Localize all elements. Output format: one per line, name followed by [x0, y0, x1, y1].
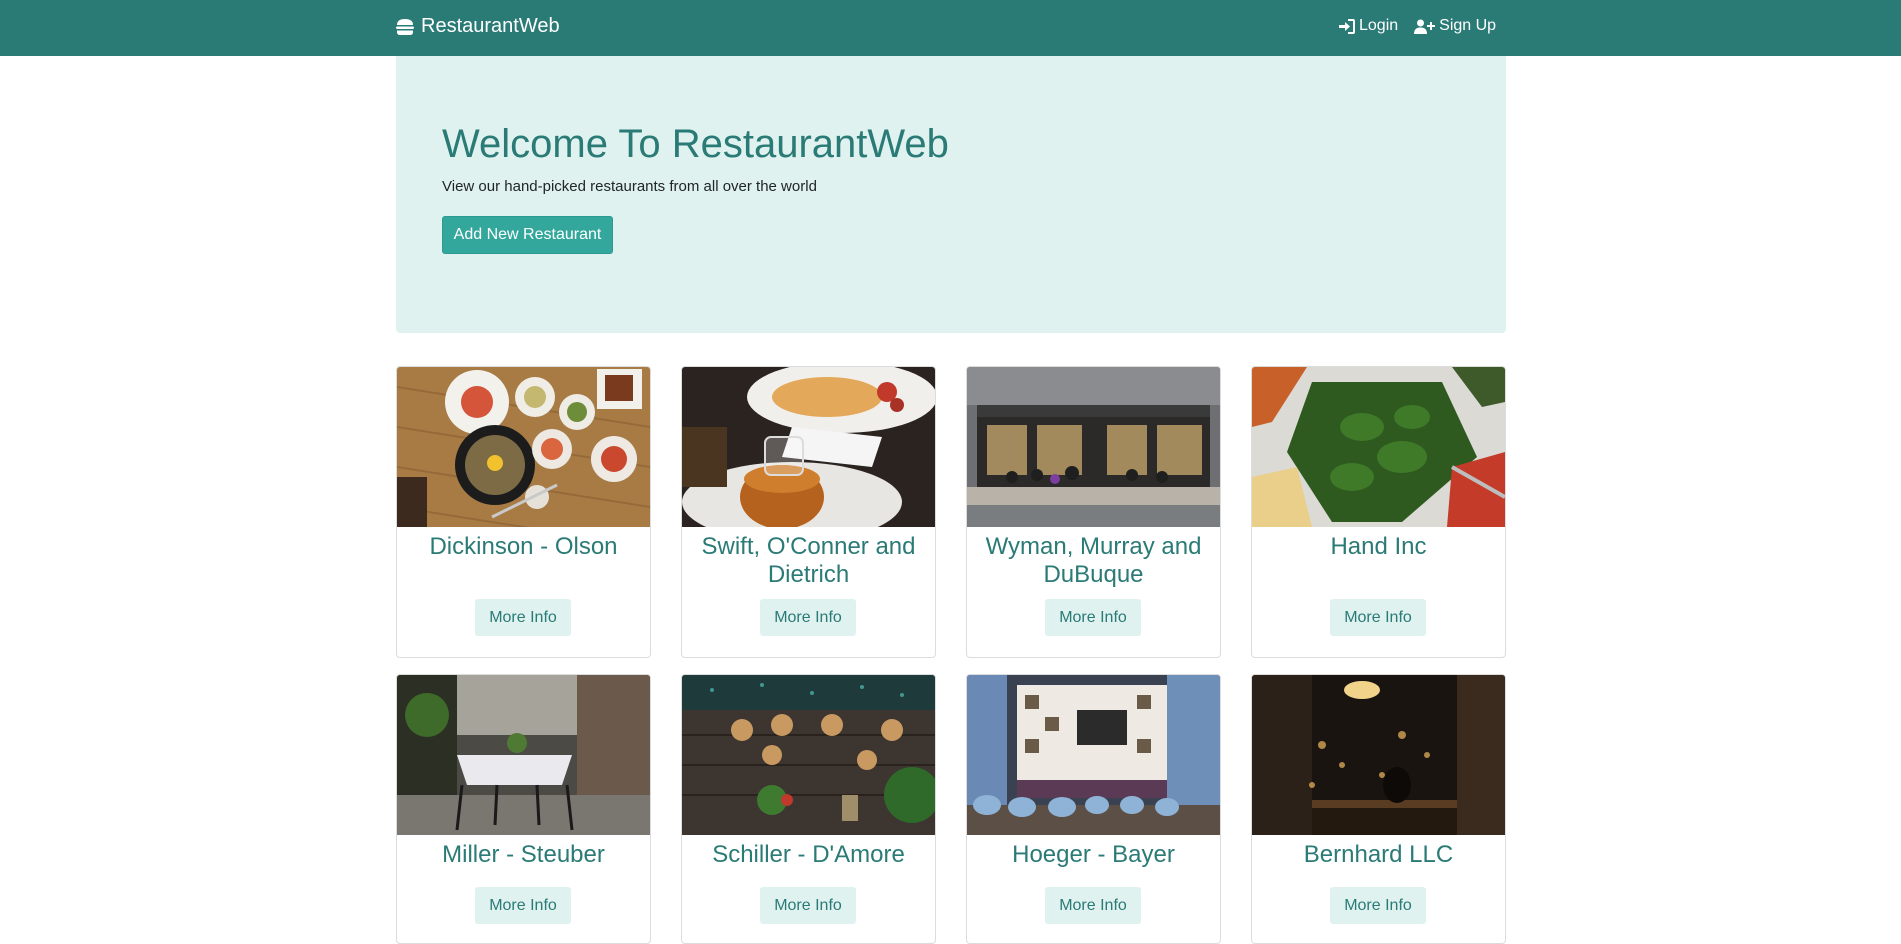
hamburger-icon [396, 18, 414, 35]
restaurant-name: Dickinson - Olson [429, 533, 618, 560]
restaurant-grid: Dickinson - Olson More Info Swift, O'Con… [396, 366, 1506, 944]
restaurant-card: Bernhard LLC More Info [1251, 674, 1506, 944]
restaurant-image [397, 675, 650, 835]
login-label: Login [1359, 17, 1399, 34]
restaurant-card: Schiller - D'Amore More Info [681, 674, 936, 944]
more-info-button[interactable]: More Info [1045, 887, 1141, 924]
restaurant-name: Schiller - D'Amore [712, 841, 905, 868]
restaurant-name: Miller - Steuber [442, 841, 605, 868]
restaurant-name: Hand Inc [1330, 533, 1427, 560]
restaurant-card: Dickinson - Olson More Info [396, 366, 651, 658]
hero-title: Welcome To RestaurantWeb [442, 122, 949, 166]
restaurant-card: Hoeger - Bayer More Info [966, 674, 1221, 944]
signup-link[interactable]: Sign Up [1414, 17, 1496, 35]
restaurant-name: Bernhard LLC [1303, 841, 1454, 868]
restaurant-card: Miller - Steuber More Info [396, 674, 651, 944]
more-info-button[interactable]: More Info [1330, 599, 1426, 636]
restaurant-image [967, 675, 1220, 835]
login-link[interactable]: Login [1338, 17, 1398, 35]
restaurant-card: Wyman, Murray and DuBuque More Info [966, 366, 1221, 658]
restaurant-card: Swift, O'Conner and Dietrich More Info [681, 366, 936, 658]
more-info-button[interactable]: More Info [475, 599, 571, 636]
restaurant-name: Swift, O'Conner and Dietrich [701, 533, 916, 588]
brand-name: RestaurantWeb [421, 15, 560, 37]
restaurant-name: Hoeger - Bayer [1012, 841, 1175, 868]
more-info-button[interactable]: More Info [760, 887, 856, 924]
restaurant-card: Hand Inc More Info [1251, 366, 1506, 658]
signup-label: Sign Up [1439, 17, 1497, 34]
restaurant-image [1252, 675, 1505, 835]
nav-actions: Login Sign Up [1338, 17, 1496, 35]
hero-section: Welcome To RestaurantWeb View our hand-p… [396, 56, 1506, 333]
more-info-button[interactable]: More Info [1045, 599, 1141, 636]
restaurant-image [1252, 367, 1505, 527]
user-plus-icon [1414, 19, 1436, 34]
brand-link[interactable]: RestaurantWeb [395, 15, 560, 38]
restaurant-name: Wyman, Murray and DuBuque [985, 533, 1202, 588]
more-info-button[interactable]: More Info [1330, 887, 1426, 924]
restaurant-image [682, 675, 935, 835]
hero-subtitle: View our hand-picked restaurants from al… [442, 178, 817, 195]
restaurant-image [397, 367, 650, 527]
more-info-button[interactable]: More Info [475, 887, 571, 924]
navbar: RestaurantWeb Login Sign Up [0, 0, 1901, 56]
sign-in-icon [1339, 18, 1355, 34]
more-info-button[interactable]: More Info [760, 599, 856, 636]
add-restaurant-button[interactable]: Add New Restaurant [442, 216, 613, 254]
restaurant-image [682, 367, 935, 527]
restaurant-image [967, 367, 1220, 527]
